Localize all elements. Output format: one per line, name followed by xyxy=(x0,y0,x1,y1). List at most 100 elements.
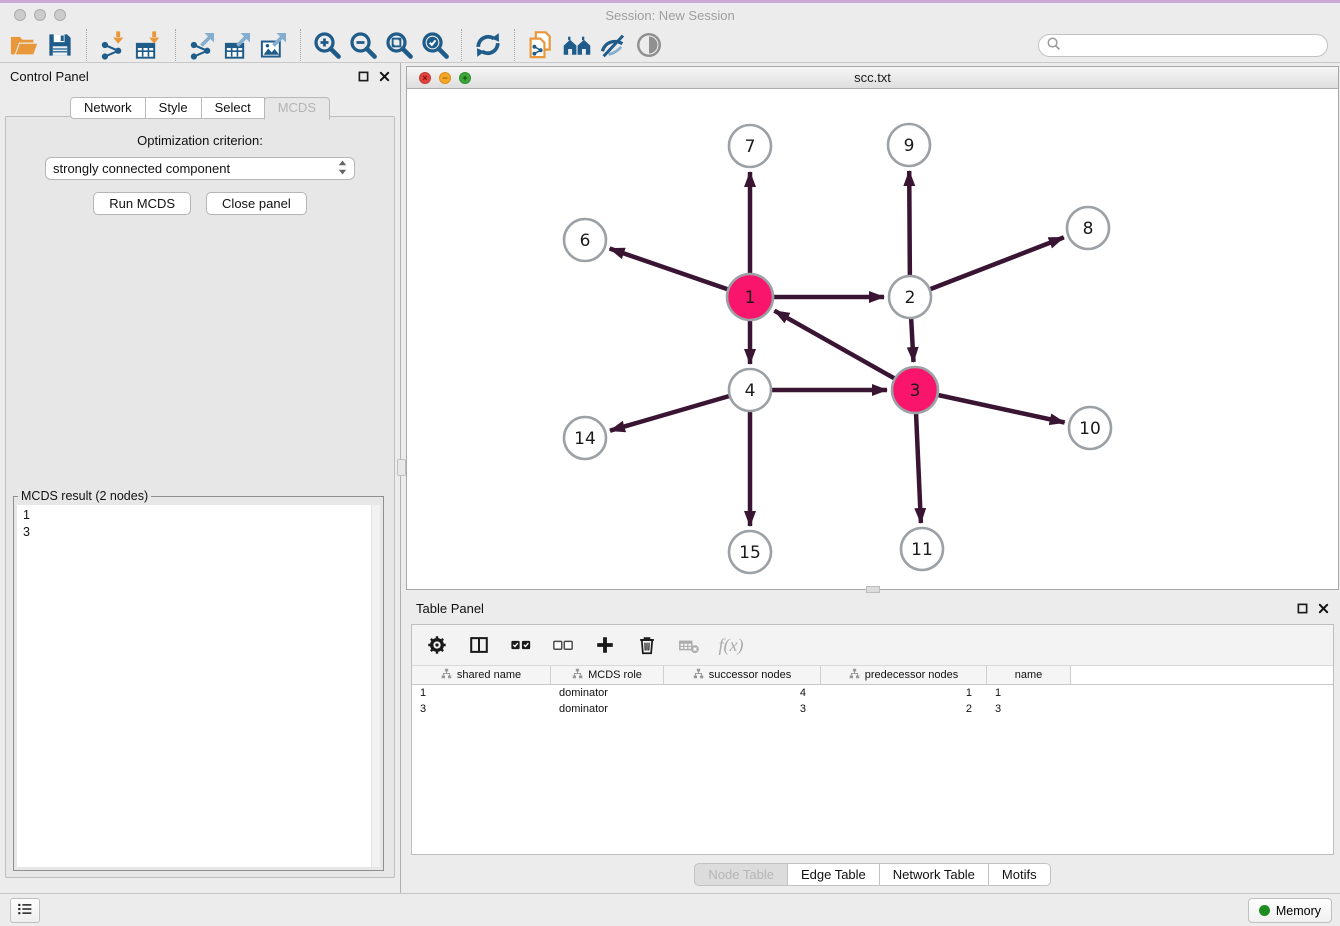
tab-network[interactable]: Network xyxy=(70,97,146,119)
column-header-name[interactable]: name xyxy=(987,666,1071,685)
column-header-shared-name[interactable]: shared name xyxy=(412,666,551,685)
export-network-icon[interactable] xyxy=(184,29,220,61)
table-row[interactable]: 3dominator323 xyxy=(412,701,1333,717)
tab-network-table[interactable]: Network Table xyxy=(879,863,989,886)
table-cell[interactable]: dominator xyxy=(551,685,664,701)
tab-style[interactable]: Style xyxy=(145,97,202,119)
import-network-icon[interactable] xyxy=(95,29,131,61)
criterion-select[interactable]: strongly connected component xyxy=(45,157,355,180)
node-table-block: f(x) shared nameMCDS rolesuccessor nodes… xyxy=(411,624,1334,855)
zoom-fit-icon[interactable] xyxy=(381,29,417,61)
graph-node-15[interactable]: 15 xyxy=(729,531,771,573)
graph-edge-2-8[interactable] xyxy=(910,237,1064,297)
search-input[interactable] xyxy=(1062,35,1327,56)
network-splitter-handle[interactable] xyxy=(866,586,880,593)
show-eye-icon[interactable] xyxy=(631,29,667,61)
network-window-titlebar: × − + scc.txt xyxy=(407,67,1338,89)
column-header-predecessor-nodes[interactable]: predecessor nodes xyxy=(821,666,987,685)
column-header-MCDS-role[interactable]: MCDS role xyxy=(551,666,664,685)
task-history-button[interactable] xyxy=(10,898,40,923)
table-row[interactable]: 1dominator411 xyxy=(412,685,1333,701)
tab-motifs[interactable]: Motifs xyxy=(988,863,1051,886)
home-icon[interactable] xyxy=(559,29,595,61)
memory-label: Memory xyxy=(1276,904,1321,918)
optimization-criterion-label: Optimization criterion: xyxy=(6,133,394,148)
table-cell[interactable]: 3 xyxy=(987,701,1071,717)
column-header-successor-nodes[interactable]: successor nodes xyxy=(664,666,821,685)
close-panel-icon[interactable] xyxy=(379,70,390,85)
graph-node-6[interactable]: 6 xyxy=(564,219,606,261)
network-window-title: scc.txt xyxy=(407,70,1338,85)
table-tabs: Node TableEdge TableNetwork TableMotifs xyxy=(406,863,1339,886)
refresh-layout-icon[interactable] xyxy=(470,29,506,61)
network-maximize-button[interactable]: + xyxy=(459,72,471,84)
float-panel-icon[interactable] xyxy=(1297,602,1308,617)
select-all-checks-icon[interactable] xyxy=(508,632,534,658)
search-box[interactable] xyxy=(1038,34,1328,57)
hide-graphics-details-icon[interactable] xyxy=(595,29,631,61)
delete-table-icon xyxy=(676,632,702,658)
network-minimize-button[interactable]: − xyxy=(439,72,451,84)
control-panel-tabs: NetworkStyleSelectMCDS xyxy=(0,97,400,119)
graph-node-2[interactable]: 2 xyxy=(889,276,931,318)
main-toolbar xyxy=(0,28,1340,63)
tab-edge-table[interactable]: Edge Table xyxy=(787,863,880,886)
tab-select[interactable]: Select xyxy=(201,97,265,119)
import-table-icon[interactable] xyxy=(131,29,167,61)
close-panel-button[interactable]: Close panel xyxy=(206,192,307,215)
panel-splitter-handle[interactable] xyxy=(397,459,406,476)
svg-text:15: 15 xyxy=(739,543,761,563)
tab-node-table[interactable]: Node Table xyxy=(694,863,788,886)
graph-node-3[interactable]: 3 xyxy=(892,367,938,413)
graph-node-9[interactable]: 9 xyxy=(888,124,930,166)
export-table-icon[interactable] xyxy=(220,29,256,61)
zoom-in-icon[interactable] xyxy=(309,29,345,61)
columns-icon[interactable] xyxy=(466,632,492,658)
svg-text:3: 3 xyxy=(910,381,921,401)
criterion-value: strongly connected component xyxy=(53,161,230,176)
table-toolbar: f(x) xyxy=(412,625,1333,666)
graph-node-1[interactable]: 1 xyxy=(727,274,773,320)
tab-mcds[interactable]: MCDS xyxy=(264,97,330,120)
graph-node-4[interactable]: 4 xyxy=(729,369,771,411)
zoom-out-icon[interactable] xyxy=(345,29,381,61)
hierarchy-icon xyxy=(572,668,583,682)
save-session-icon[interactable] xyxy=(42,29,78,61)
add-column-icon[interactable] xyxy=(592,632,618,658)
network-close-button[interactable]: × xyxy=(419,72,431,84)
table-cell[interactable]: 1 xyxy=(412,685,551,701)
table-cell[interactable]: 3 xyxy=(664,701,821,717)
result-scrollbar[interactable] xyxy=(371,505,380,867)
column-header-filler xyxy=(1071,666,1333,685)
table-cell[interactable]: 1 xyxy=(821,685,987,701)
network-view-window: × − + scc.txt 7 9 6 8 1 2 4 3 14 10 15 11 xyxy=(406,66,1339,590)
graph-node-7[interactable]: 7 xyxy=(729,125,771,167)
hierarchy-icon xyxy=(693,668,704,682)
status-bar: Memory xyxy=(0,893,1340,926)
settings-icon[interactable] xyxy=(424,632,450,658)
graph-node-10[interactable]: 10 xyxy=(1069,407,1111,449)
memory-button[interactable]: Memory xyxy=(1248,898,1332,923)
graph-node-8[interactable]: 8 xyxy=(1067,207,1109,249)
run-mcds-button[interactable]: Run MCDS xyxy=(93,192,191,215)
right-column: × − + scc.txt 7968124314101511 Table Pan… xyxy=(404,63,1340,893)
table-cell[interactable]: dominator xyxy=(551,701,664,717)
network-from-document-icon[interactable] xyxy=(523,29,559,61)
deselect-all-checks-icon[interactable] xyxy=(550,632,576,658)
network-canvas[interactable]: 7 9 6 8 1 2 4 3 14 10 15 11 xyxy=(407,89,1338,589)
table-cell[interactable]: 2 xyxy=(821,701,987,717)
graph-node-14[interactable]: 14 xyxy=(564,417,606,459)
graph-node-11[interactable]: 11 xyxy=(901,528,943,570)
open-file-icon[interactable] xyxy=(6,29,42,61)
network-graph: 7 9 6 8 1 2 4 3 14 10 15 11 xyxy=(407,89,1337,589)
table-cell[interactable]: 3 xyxy=(412,701,551,717)
export-image-icon[interactable] xyxy=(256,29,292,61)
close-panel-icon[interactable] xyxy=(1318,602,1329,617)
delete-column-icon[interactable] xyxy=(634,632,660,658)
table-cell[interactable]: 4 xyxy=(664,685,821,701)
zoom-selected-icon[interactable] xyxy=(417,29,453,61)
float-panel-icon[interactable] xyxy=(358,70,369,85)
toolbar-separator xyxy=(175,29,176,61)
svg-text:4: 4 xyxy=(745,381,756,401)
table-cell[interactable]: 1 xyxy=(987,685,1071,701)
